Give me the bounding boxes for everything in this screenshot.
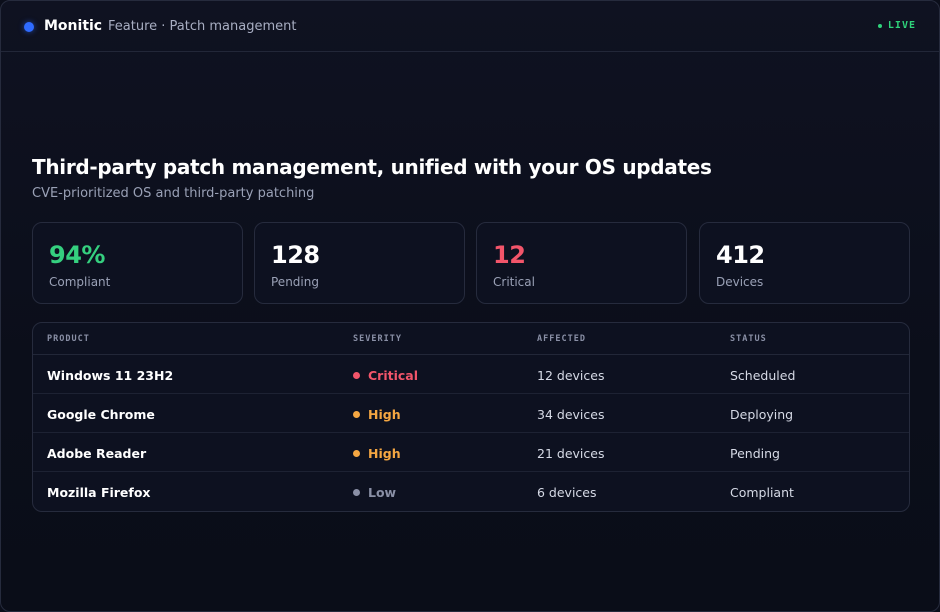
severity-badge: High: [353, 446, 401, 461]
patch-status: Scheduled: [730, 368, 796, 383]
stat-value: 12: [493, 241, 526, 269]
live-dot-icon: [877, 23, 882, 28]
severity-label: Critical: [368, 368, 419, 383]
severity-badge: Critical: [353, 368, 418, 383]
stat-label: Compliant: [49, 275, 111, 289]
severity-label: High: [368, 446, 401, 461]
column-header-product[interactable]: PRODUCT: [47, 334, 90, 344]
stat-card-critical: 12 Critical: [476, 222, 687, 304]
product-name: Google Chrome: [47, 407, 155, 422]
stats-row: 94% Compliant 128 Pending 12 Critical 41…: [32, 222, 910, 304]
column-header-status[interactable]: STATUS: [730, 334, 767, 344]
top-bar: Monitic Feature · Patch management LIVE: [1, 1, 939, 52]
table-header: PRODUCT SEVERITY AFFECTED STATUS: [33, 323, 909, 355]
column-header-severity[interactable]: SEVERITY: [353, 334, 402, 344]
severity-dot-icon: [353, 411, 360, 418]
severity-label: Low: [368, 485, 397, 500]
stat-card-pending: 128 Pending: [254, 222, 465, 304]
brand-name[interactable]: Monitic: [44, 18, 102, 34]
stat-value: 128: [271, 241, 320, 269]
severity-label: High: [368, 407, 401, 422]
app-window: Monitic Feature · Patch management LIVE …: [0, 0, 940, 612]
patch-status: Compliant: [730, 485, 794, 500]
patch-table: PRODUCT SEVERITY AFFECTED STATUS Windows…: [32, 322, 910, 512]
severity-badge: High: [353, 407, 401, 422]
affected-count: 34 devices: [537, 407, 605, 422]
table-row[interactable]: Adobe Reader High 21 devices Pending: [33, 433, 909, 472]
severity-badge: Low: [353, 485, 396, 500]
brand-logo-dot: [24, 22, 34, 32]
severity-dot-icon: [353, 489, 360, 496]
table-row[interactable]: Windows 11 23H2 Critical 12 devices Sche…: [33, 355, 909, 394]
page-subtitle: CVE-prioritized OS and third-party patch…: [32, 186, 315, 201]
stat-label: Pending: [271, 275, 319, 289]
patch-status: Deploying: [730, 407, 794, 422]
breadcrumb: Feature · Patch management: [108, 19, 297, 34]
live-indicator: LIVE: [877, 20, 916, 31]
patch-status: Pending: [730, 446, 780, 461]
product-name: Windows 11 23H2: [47, 368, 174, 383]
table-row[interactable]: Mozilla Firefox Low 6 devices Compliant: [33, 472, 909, 511]
affected-count: 12 devices: [537, 368, 605, 383]
severity-dot-icon: [353, 372, 360, 379]
product-name: Adobe Reader: [47, 446, 147, 461]
severity-dot-icon: [353, 450, 360, 457]
column-header-affected[interactable]: AFFECTED: [537, 334, 586, 344]
product-name: Mozilla Firefox: [47, 485, 151, 500]
stat-label: Critical: [493, 275, 535, 289]
live-label: LIVE: [887, 20, 916, 31]
affected-count: 6 devices: [537, 485, 597, 500]
affected-count: 21 devices: [537, 446, 605, 461]
stat-card-compliant: 94% Compliant: [32, 222, 243, 304]
stat-label: Devices: [716, 275, 764, 289]
page-title: Third-party patch management, unified wi…: [32, 155, 712, 179]
table-row[interactable]: Google Chrome High 34 devices Deploying: [33, 394, 909, 433]
stat-card-devices: 412 Devices: [699, 222, 910, 304]
stat-value: 412: [716, 241, 765, 269]
stat-value: 94%: [49, 241, 105, 269]
